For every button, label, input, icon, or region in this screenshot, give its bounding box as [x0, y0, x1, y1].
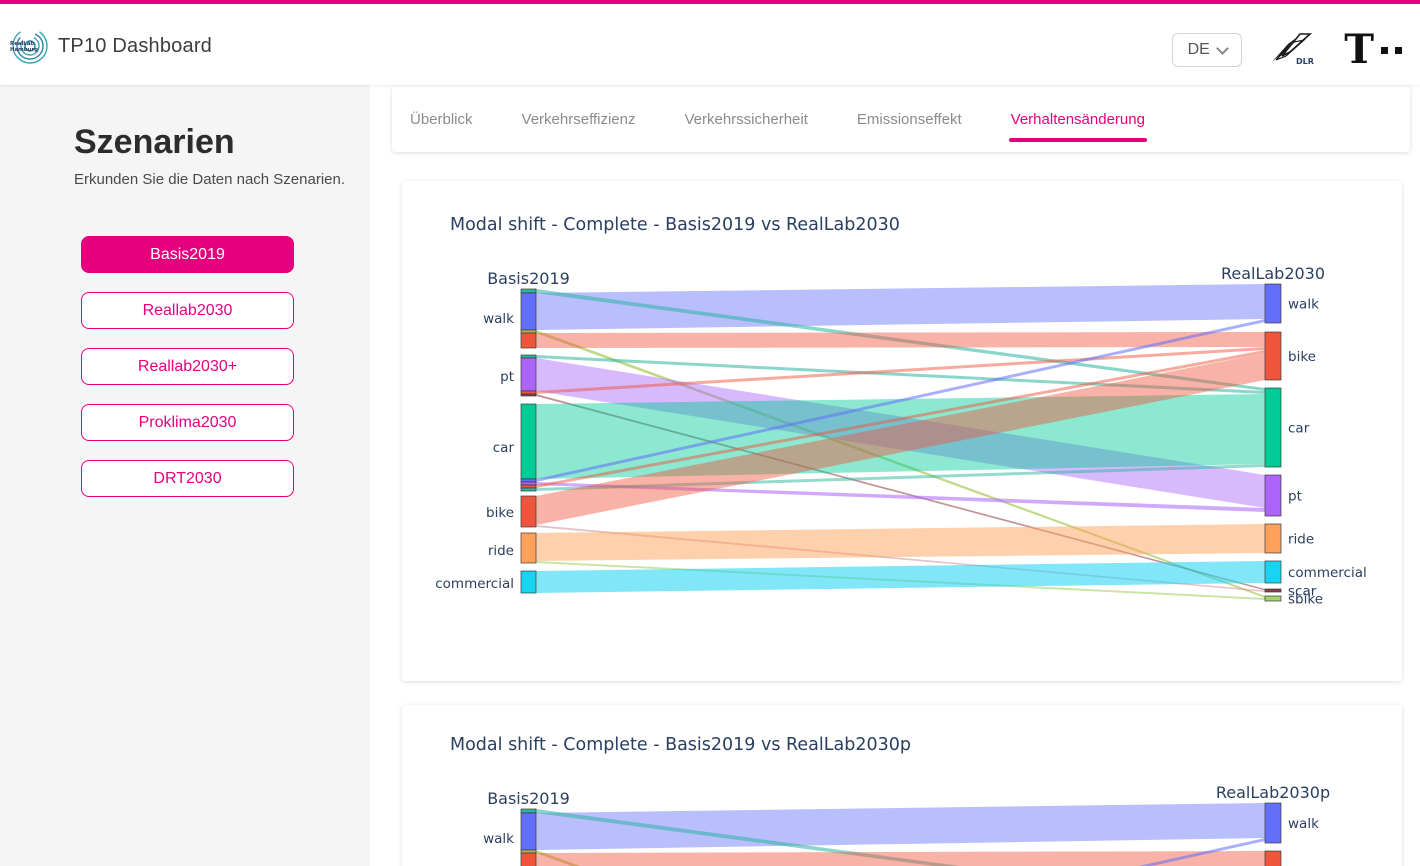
scenario-button-reallab2030+[interactable]: Reallab2030+	[81, 348, 294, 385]
tab-verhaltens-nderung[interactable]: Verhaltensänderung	[1011, 89, 1145, 150]
sankey-node-right-bike[interactable]	[1265, 332, 1281, 380]
scenario-button-proklima2030[interactable]: Proklima2030	[81, 404, 294, 441]
sankey-node-right-pt[interactable]	[1265, 475, 1281, 516]
node-label-left-car: car	[493, 440, 515, 456]
sankey-node-left-ride[interactable]	[521, 533, 536, 563]
sankey-node-left-walk[interactable]	[521, 289, 536, 293]
app-title: TP10 Dashboard	[58, 35, 212, 58]
sankey-node-left-pt[interactable]	[521, 355, 536, 358]
sankey-node-left-walk[interactable]	[521, 330, 536, 333]
chevron-down-icon	[1216, 42, 1229, 55]
sankey-right-header: RealLab2030	[1221, 264, 1325, 283]
node-label-right-car: car	[1288, 421, 1310, 437]
scenario-button-reallab2030[interactable]: Reallab2030	[81, 292, 294, 329]
sankey-node-left-commercial[interactable]	[521, 571, 536, 593]
sankey-node-left-car[interactable]	[521, 485, 536, 488]
sankey-node-left-walk[interactable]	[521, 850, 536, 853]
chart-title-1: Modal shift - Complete - Basis2019 vs Re…	[450, 215, 900, 235]
sankey-chart-1: walk pt car bike ride commercial walk bike car pt…	[402, 181, 1402, 681]
node-label-right-walk: walk	[1288, 816, 1319, 832]
chart-card-1: walk pt car bike ride commercial walk bike car pt…	[402, 181, 1402, 681]
node-label-right-bike: bike	[1288, 349, 1316, 365]
sankey-node-right-ride[interactable]	[1265, 524, 1281, 553]
scenario-button-drt2030[interactable]: DRT2030	[81, 460, 294, 497]
tab-emissionseffekt[interactable]: Emissionseffekt	[857, 89, 962, 150]
sankey-chart-2: walkptcarbikeridecommercialwalkbikecarpt…	[402, 705, 1402, 866]
svg-text:DLR: DLR	[1296, 57, 1314, 66]
node-label-right-ride: ride	[1288, 532, 1314, 548]
sidebar-title: Szenarien	[74, 123, 235, 162]
sankey-left-header: Basis2019	[487, 269, 570, 288]
node-label-left-bike: bike	[486, 505, 514, 521]
main-content: Überblick Verkehrseffizienz Verkehrssicher…	[370, 85, 1420, 866]
sankey-node-left-pt[interactable]	[521, 358, 536, 391]
sankey-node-left-car[interactable]	[521, 488, 536, 491]
sankey-node-left-bike[interactable]	[521, 496, 536, 527]
sankey-node-left-pt[interactable]	[521, 394, 536, 396]
node-label-right-walk: walk	[1288, 297, 1319, 313]
reallab-hamburg-logo-icon: RealLab Hamburg	[8, 26, 48, 66]
node-label-left-ride: ride	[488, 543, 514, 559]
language-selector[interactable]: DE	[1172, 33, 1242, 67]
tab-bar: Überblick Verkehrseffizienz Verkehrssicher…	[392, 86, 1410, 152]
brand: RealLab Hamburg TP10 Dashboard	[8, 26, 212, 66]
node-label-right-commercial: commercial	[1288, 565, 1367, 581]
sankey-link-ride-to-ride	[536, 524, 1265, 561]
chart-card-2: walkptcarbikeridecommercialwalkbikecarpt…	[402, 705, 1402, 866]
sankey-left-header: Basis2019	[487, 789, 570, 808]
sankey-node-right-walk[interactable]	[1265, 803, 1281, 843]
sankey-node-left-walk[interactable]	[521, 813, 536, 850]
sankey-node-left-walk[interactable]	[521, 333, 536, 348]
sankey-node-left-walk[interactable]	[521, 293, 536, 330]
chart-title-2: Modal shift - Complete - Basis2019 vs Re…	[450, 735, 911, 755]
sankey-node-left-car[interactable]	[521, 404, 536, 479]
node-label-left-walk: walk	[483, 311, 514, 327]
sankey-node-right-bike[interactable]	[1265, 851, 1281, 866]
app-header: RealLab Hamburg TP10 Dashboard DE DLR T	[0, 4, 1420, 85]
sankey-node-right-walk[interactable]	[1265, 284, 1281, 323]
tab-verkehrseffizienz[interactable]: Verkehrseffizienz	[522, 89, 636, 150]
node-label-right-pt: pt	[1288, 489, 1302, 505]
sankey-node-left-car[interactable]	[521, 482, 536, 485]
telekom-logo-icon: T	[1344, 33, 1402, 67]
sankey-node-right-scar[interactable]	[1265, 589, 1281, 592]
sankey-right-header: RealLab2030p	[1216, 783, 1330, 802]
scenario-sidebar: Szenarien Erkunden Sie die Daten nach Sz…	[0, 85, 370, 866]
svg-text:Hamburg: Hamburg	[10, 47, 38, 53]
sankey-link-commercial-to-commercial	[536, 561, 1265, 593]
node-label-left-commercial: commercial	[435, 576, 514, 592]
node-label-left-pt: pt	[500, 369, 514, 385]
sidebar-subtitle: Erkunden Sie die Daten nach Szenarien.	[74, 171, 345, 188]
sankey-node-right-car[interactable]	[1265, 388, 1281, 467]
tab--berblick[interactable]: Überblick	[410, 89, 473, 150]
dlr-logo-icon: DLR	[1270, 30, 1316, 70]
sankey-node-left-pt[interactable]	[521, 391, 536, 394]
node-label-left-walk: walk	[483, 831, 514, 847]
scenario-button-list: Basis2019 Reallab2030 Reallab2030+ Proklima…	[81, 236, 294, 497]
tab-verkehrssicherheit[interactable]: Verkehrssicherheit	[684, 89, 807, 150]
sankey-node-left-walk[interactable]	[521, 809, 536, 813]
sankey-node-left-walk[interactable]	[521, 853, 536, 866]
sankey-node-left-car[interactable]	[521, 479, 536, 482]
scenario-button-basis2019[interactable]: Basis2019	[81, 236, 294, 273]
node-label-right-sbike: sbike	[1288, 592, 1323, 608]
sankey-node-right-commercial[interactable]	[1265, 561, 1281, 583]
language-value: DE	[1188, 41, 1210, 59]
sankey-node-right-sbike[interactable]	[1265, 596, 1281, 601]
